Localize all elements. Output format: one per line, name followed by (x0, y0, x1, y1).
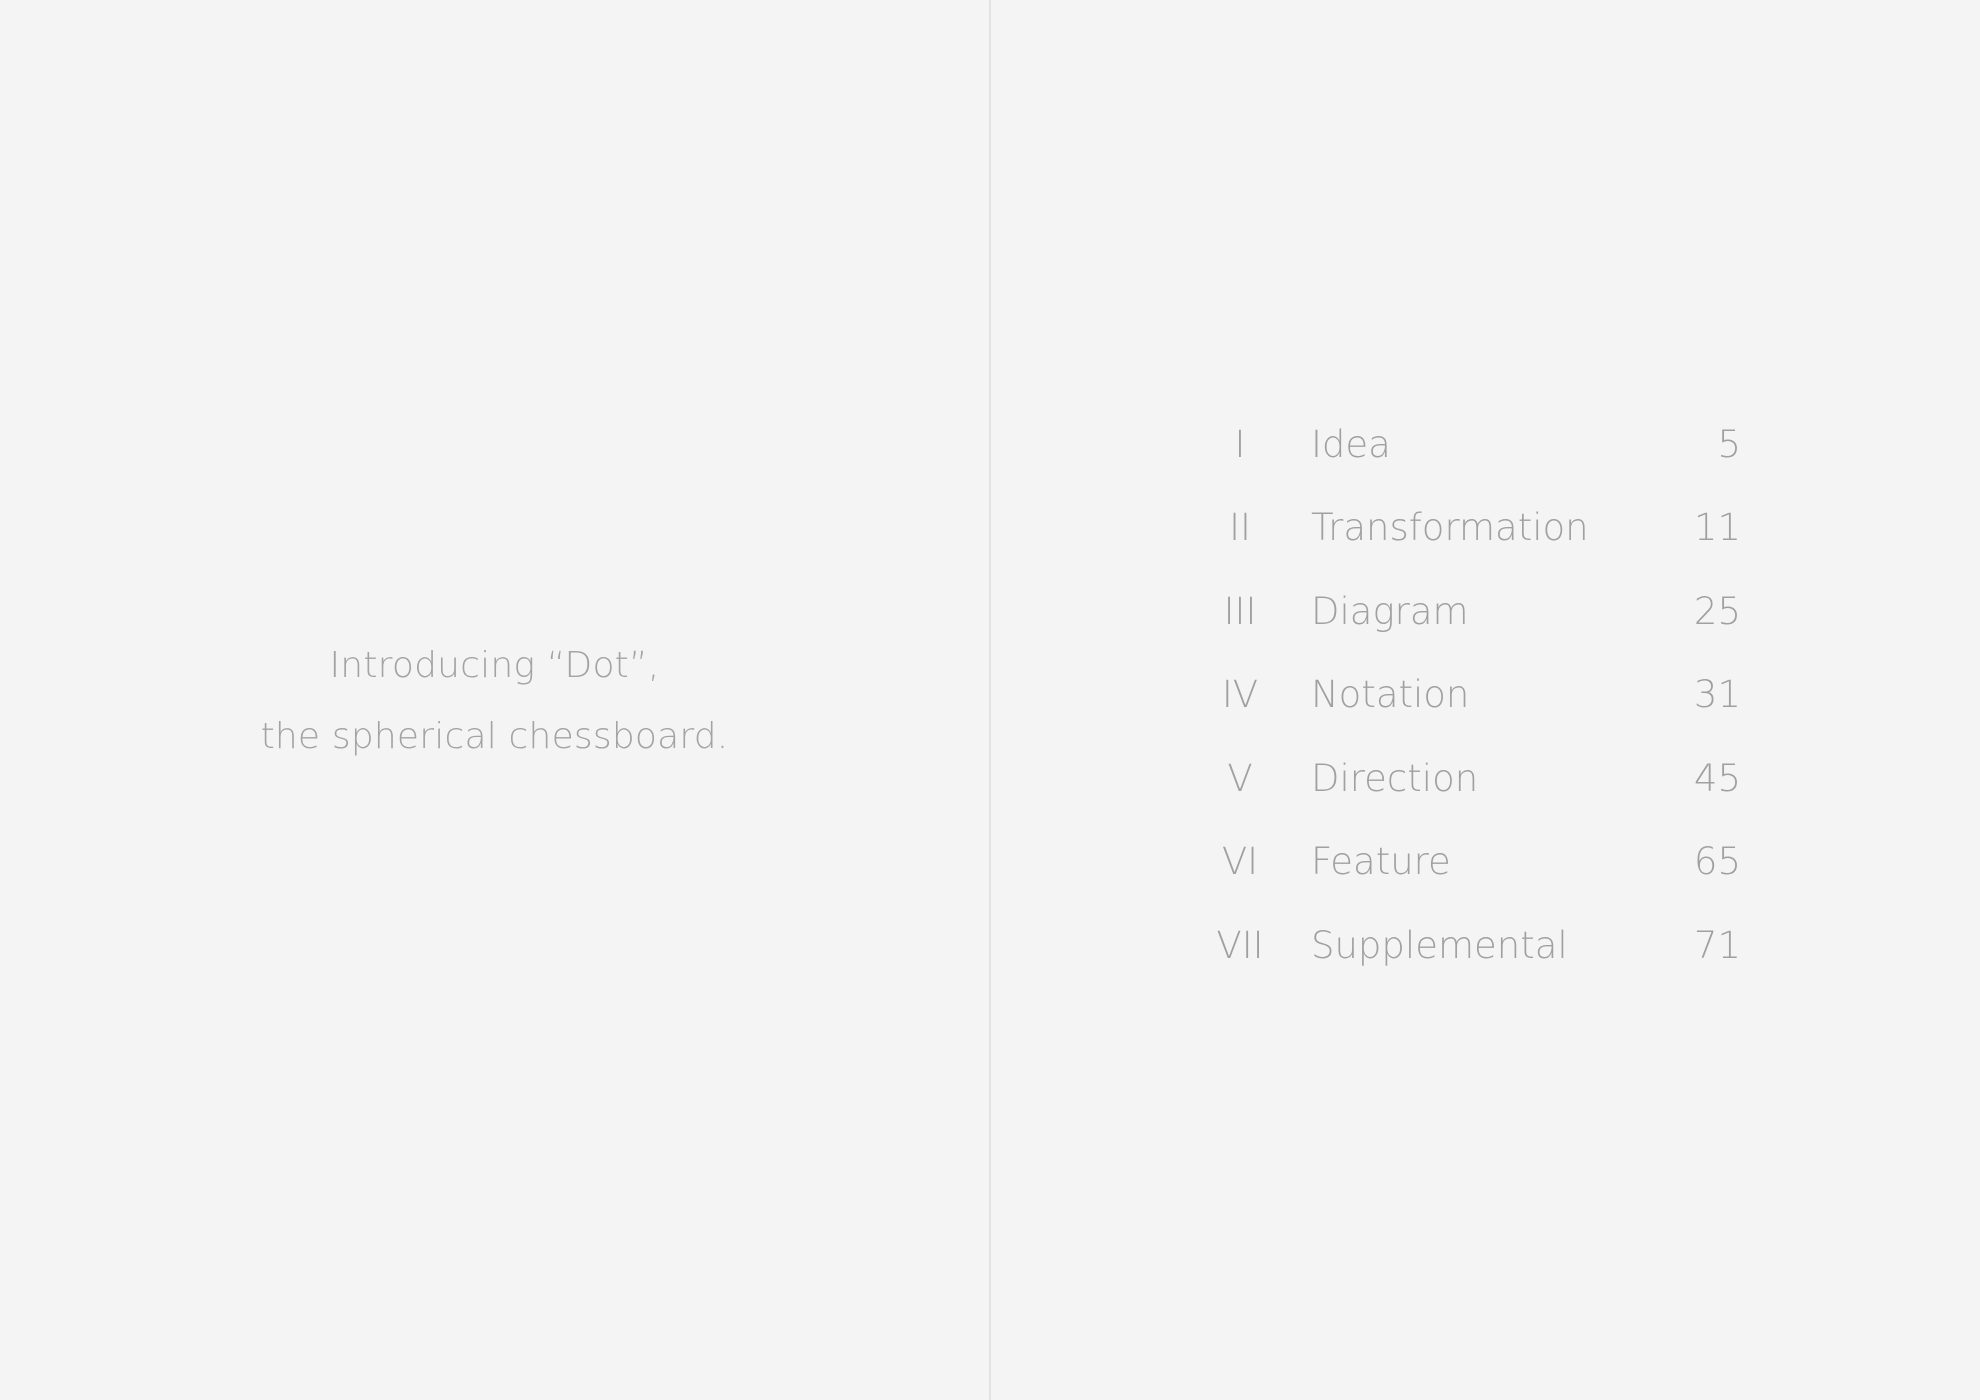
book-spread: Introducing “Dot”, the spherical chessbo… (0, 0, 1980, 1400)
toc-numeral: II (1229, 506, 1251, 549)
intro-text: Introducing “Dot”, the spherical chessbo… (0, 630, 989, 772)
intro-line-1: Introducing “Dot”, (329, 645, 660, 686)
toc-page-number: 45 (1693, 757, 1741, 800)
toc-page-number: 71 (1693, 924, 1741, 967)
toc-numeral: IV (1221, 673, 1259, 716)
toc-numeral: III (1223, 590, 1257, 633)
left-page: Introducing “Dot”, the spherical chessbo… (0, 0, 989, 1400)
toc-page-number: 31 (1693, 673, 1741, 716)
toc-page-number: 25 (1693, 590, 1741, 633)
toc-entry-feature[interactable]: VI Feature 65 (991, 832, 1980, 892)
toc-numeral: VII (1216, 924, 1264, 967)
toc-page-number: 5 (1717, 423, 1741, 466)
toc-numeral: V (1227, 757, 1253, 800)
toc-entry-notation[interactable]: IV Notation 31 (991, 665, 1980, 725)
toc-entry-direction[interactable]: V Direction 45 (991, 749, 1980, 809)
toc-entry-idea[interactable]: I Idea 5 (991, 415, 1980, 475)
toc-entry-supplemental[interactable]: VII Supplemental 71 (991, 916, 1980, 976)
toc-numeral: I (1234, 423, 1246, 466)
intro-line-2: the spherical chessboard. (260, 716, 729, 757)
toc-numeral: VI (1221, 840, 1259, 883)
toc-entry-diagram[interactable]: III Diagram 25 (991, 582, 1980, 642)
toc-page-number: 11 (1693, 506, 1741, 549)
toc-page-number: 65 (1693, 840, 1741, 883)
toc-entry-transformation[interactable]: II Transformation 11 (991, 498, 1980, 558)
right-page: I Idea 5 II Transformation 11 III Diagra… (991, 0, 1980, 1400)
table-of-contents: I Idea 5 II Transformation 11 III Diagra… (991, 415, 1980, 975)
